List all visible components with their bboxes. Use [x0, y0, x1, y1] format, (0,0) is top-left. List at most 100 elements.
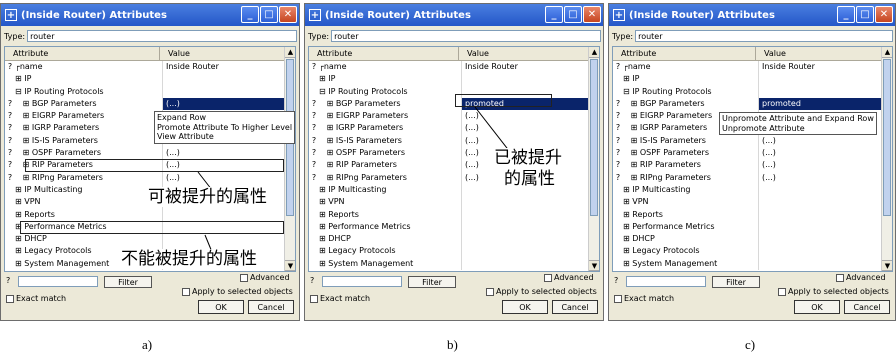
ok-button[interactable]: OK [502, 300, 548, 314]
attribute-value[interactable] [162, 85, 288, 98]
table-row[interactable]: ? ┌name Inside Router [5, 61, 295, 74]
context-menu[interactable]: Expand Row Promote Attribute To Higher L… [154, 111, 296, 144]
table-row[interactable]: ? ⊞ EIGRP Parameters (...) [309, 110, 599, 123]
attribute-value[interactable] [758, 233, 885, 246]
table-row[interactable]: ⊞ IP [309, 73, 599, 86]
table-row[interactable]: ⊟ IP Routing Protocols [5, 85, 295, 98]
scroll-thumb[interactable] [883, 59, 891, 216]
help-icon[interactable]: ? [5, 110, 15, 122]
help-icon[interactable]: ? [5, 61, 15, 73]
attribute-value[interactable] [758, 196, 885, 209]
table-row[interactable]: ? ⊞ BGP Parameters promoted [613, 97, 892, 111]
table-row[interactable]: ⊞ IP Multicasting [613, 183, 892, 197]
table-row[interactable]: ? ⊞ IS-IS Parameters (...) [309, 134, 599, 148]
title-bar[interactable]: + (Inside Router) Attributes _ □ ✕ [305, 4, 603, 26]
value-column-header[interactable]: Value [160, 47, 286, 60]
attribute-value[interactable]: promoted [758, 97, 885, 111]
attribute-value[interactable]: (...) [162, 147, 288, 160]
table-row[interactable]: ⊞ Reports [309, 208, 599, 221]
table-row[interactable]: ⊞ Legacy Protocols [309, 245, 599, 258]
help-icon[interactable]: ? [309, 122, 319, 134]
table-row[interactable]: ? ⊞ RIP Parameters (...) [613, 159, 892, 172]
attribute-value[interactable]: Inside Router [162, 61, 288, 74]
scroll-up-icon[interactable]: ▲ [589, 47, 599, 58]
advanced-checkbox[interactable] [240, 273, 248, 282]
minimize-icon[interactable]: _ [241, 6, 259, 23]
attribute-value[interactable]: (...) [461, 110, 592, 123]
help-icon[interactable]: ? [309, 172, 319, 184]
menu-item-promote[interactable]: Promote Attribute To Higher Level [157, 123, 292, 133]
help-icon[interactable]: ? [613, 98, 623, 110]
type-input[interactable]: router [331, 30, 602, 42]
attribute-value[interactable]: (...) [461, 134, 592, 148]
advanced-checkbox[interactable] [544, 273, 552, 282]
help-icon[interactable]: ? [310, 276, 314, 285]
filter-button[interactable]: Filter [408, 276, 456, 288]
apply-checkbox[interactable] [486, 287, 494, 296]
close-icon[interactable]: ✕ [875, 6, 893, 23]
ok-button[interactable]: OK [198, 300, 244, 314]
help-icon[interactable]: ? [5, 122, 15, 134]
cancel-button[interactable]: Cancel [552, 300, 598, 314]
minimize-icon[interactable]: _ [837, 6, 855, 23]
exact-match-checkbox[interactable] [6, 294, 14, 303]
help-icon[interactable]: ? [309, 98, 319, 110]
table-row[interactable]: ⊞ DHCP [613, 233, 892, 246]
table-row[interactable]: ? ┌name Inside Router [309, 61, 599, 74]
attribute-value[interactable] [461, 208, 592, 221]
help-icon[interactable]: ? [309, 159, 319, 171]
close-icon[interactable]: ✕ [279, 6, 297, 23]
cancel-button[interactable]: Cancel [248, 300, 294, 314]
attribute-value[interactable] [461, 257, 592, 271]
attribute-column-header[interactable]: Attribute [309, 47, 459, 60]
search-input[interactable] [18, 276, 98, 287]
attribute-value[interactable] [758, 85, 885, 98]
table-row[interactable]: ⊞ Performance Metrics [613, 220, 892, 234]
menu-item-expand-row[interactable]: Expand Row [157, 113, 292, 123]
apply-checkbox[interactable] [182, 287, 190, 296]
help-icon[interactable]: ? [5, 159, 15, 171]
attribute-value[interactable]: (...) [758, 171, 885, 184]
scrollbar[interactable]: ▲ ▼ [588, 47, 599, 271]
help-icon[interactable]: ? [6, 276, 10, 285]
close-icon[interactable]: ✕ [583, 6, 601, 23]
attribute-value[interactable] [461, 233, 592, 246]
attribute-value[interactable] [162, 73, 288, 86]
attribute-value[interactable] [461, 220, 592, 234]
help-icon[interactable]: ? [613, 135, 623, 147]
filter-button[interactable]: Filter [712, 276, 760, 288]
advanced-checkbox[interactable] [836, 273, 844, 282]
scroll-down-icon[interactable]: ▼ [882, 260, 892, 271]
table-row[interactable]: ⊞ VPN [309, 196, 599, 209]
scrollbar[interactable]: ▲ ▼ [881, 47, 892, 271]
attribute-column-header[interactable]: Attribute [613, 47, 756, 60]
help-icon[interactable]: ? [613, 159, 623, 171]
attribute-value[interactable]: (...) [758, 147, 885, 160]
menu-item-unpromote-expand[interactable]: Unpromote Attribute and Expand Row [722, 114, 874, 124]
table-row[interactable]: ⊞ DHCP [5, 233, 295, 246]
scroll-up-icon[interactable]: ▲ [285, 47, 295, 58]
attribute-value[interactable] [758, 245, 885, 258]
attribute-value[interactable] [758, 220, 885, 234]
table-row[interactable]: ? ⊞ IS-IS Parameters (...) [613, 134, 892, 148]
help-icon[interactable]: ? [613, 110, 623, 122]
table-row[interactable]: ⊞ Legacy Protocols [613, 245, 892, 258]
attribute-value[interactable] [758, 208, 885, 221]
maximize-icon[interactable]: □ [856, 6, 874, 23]
value-column-header[interactable]: Value [756, 47, 883, 60]
table-row[interactable]: ⊞ VPN [613, 196, 892, 209]
apply-checkbox[interactable] [778, 287, 786, 296]
value-column-header[interactable]: Value [459, 47, 590, 60]
table-row[interactable]: ⊞ Reports [613, 208, 892, 221]
help-icon[interactable]: ? [309, 147, 319, 159]
filter-button[interactable]: Filter [104, 276, 152, 288]
menu-item-unpromote[interactable]: Unpromote Attribute [722, 124, 874, 134]
help-icon[interactable]: ? [5, 98, 15, 110]
table-row[interactable]: ? ⊞ BGP Parameters promoted [309, 97, 599, 111]
table-row[interactable]: ⊞ System Management [613, 257, 892, 271]
table-row[interactable]: ⊞ IP [613, 73, 892, 86]
search-input[interactable] [322, 276, 402, 287]
table-row[interactable]: ⊟ IP Routing Protocols [309, 85, 599, 98]
title-bar[interactable]: + (Inside Router) Attributes _ □ ✕ [1, 4, 299, 26]
help-icon[interactable]: ? [309, 135, 319, 147]
